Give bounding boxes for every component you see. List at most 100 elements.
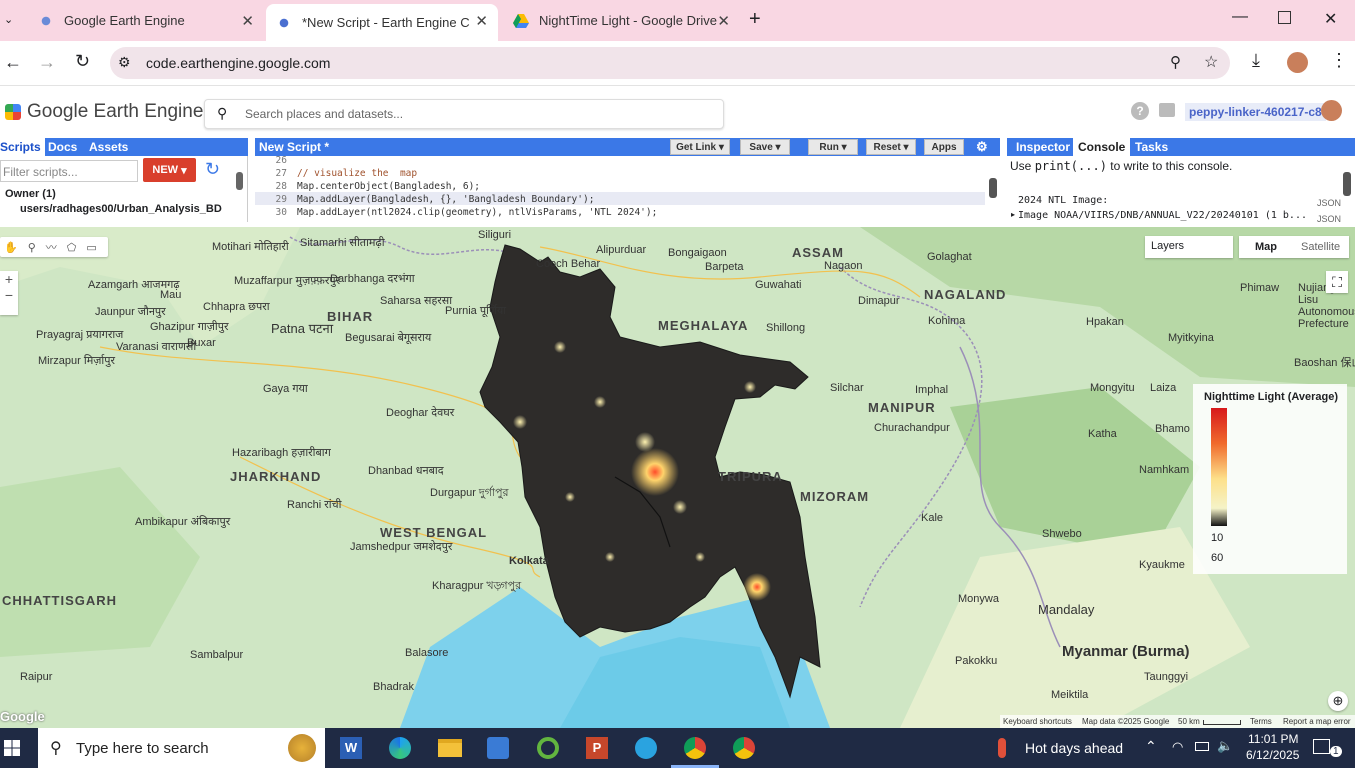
code-editor[interactable]: 26 27 // visualize the map 28 Map.center…: [255, 155, 1000, 222]
json-link[interactable]: JSON: [1317, 214, 1341, 224]
tab-inspector[interactable]: Inspector: [1016, 140, 1070, 154]
expand-arrow-icon[interactable]: ▸: [1011, 210, 1015, 219]
tab-google-drive[interactable]: NightTime Light - Google Drive ✕: [505, 0, 740, 41]
close-tab-icon[interactable]: ✕: [475, 12, 488, 30]
line-number: 29: [275, 194, 287, 205]
forward-icon[interactable]: →: [38, 52, 56, 73]
map-canvas[interactable]: Azamgarh आजमगढ़ Mau Ghazipur गाज़ीपुर Ja…: [0, 227, 1355, 728]
download-icon[interactable]: ⤓: [1252, 50, 1260, 71]
windows-start-icon[interactable]: [4, 740, 20, 756]
site-info-icon[interactable]: ⚙: [118, 54, 131, 71]
close-tab-icon[interactable]: ✕: [241, 12, 254, 30]
chrome-icon[interactable]: [733, 737, 755, 759]
editor-scrollbar[interactable]: [989, 178, 997, 198]
report-error-link[interactable]: Report a map error: [1283, 717, 1351, 726]
weather-text[interactable]: Hot days ahead: [1025, 740, 1123, 756]
word-icon[interactable]: W: [340, 737, 362, 759]
profile-avatar[interactable]: [1287, 52, 1308, 73]
new-script-button[interactable]: NEW ▾: [143, 158, 196, 182]
omnibox[interactable]: ⚙ code.earthengine.google.com ⚲ ☆: [110, 47, 1230, 79]
volume-icon[interactable]: 🔈: [1217, 738, 1233, 754]
settings-gear-icon[interactable]: ⚙: [976, 139, 988, 155]
qgis-icon[interactable]: [537, 737, 559, 759]
new-tab-icon[interactable]: +: [749, 8, 761, 31]
zoom-in-icon[interactable]: +: [0, 271, 18, 287]
polygon-icon[interactable]: ⬠: [67, 241, 77, 254]
tab-new-script[interactable]: *New Script - Earth Engine Cod ✕: [266, 4, 498, 41]
refresh-icon[interactable]: ↻: [205, 159, 220, 180]
minimize-icon[interactable]: —: [1232, 8, 1248, 26]
bookmark-star-icon[interactable]: ☆: [1204, 52, 1218, 72]
terms-link[interactable]: Terms: [1250, 717, 1272, 726]
close-tab-icon[interactable]: ✕: [717, 12, 730, 30]
console-entry-value[interactable]: Image NOAA/VIIRS/DNB/ANNUAL_V22/20240101…: [1018, 210, 1308, 221]
map-label: Myanmar (Burma): [1062, 643, 1190, 660]
map-label: Katha: [1088, 428, 1117, 440]
tab-scripts[interactable]: Scripts: [0, 138, 45, 156]
map-type-map[interactable]: Map: [1255, 241, 1277, 253]
get-link-button[interactable]: Get Link ▾: [670, 139, 730, 155]
owner-label[interactable]: Owner (1): [5, 188, 56, 200]
battery-icon[interactable]: [1195, 742, 1209, 751]
close-window-icon[interactable]: ✕: [1324, 9, 1337, 29]
wifi-icon[interactable]: ◠: [1172, 739, 1183, 755]
search-app-icon[interactable]: [487, 737, 509, 759]
maximize-icon[interactable]: [1278, 11, 1291, 24]
project-name[interactable]: peppy-linker-460217-c8: [1185, 103, 1326, 121]
reload-icon[interactable]: ↻: [75, 51, 90, 72]
apps-button[interactable]: Apps: [924, 139, 964, 155]
feedback-icon[interactable]: [1159, 103, 1175, 117]
zoom-icon[interactable]: ⚲: [1170, 53, 1181, 71]
clock-time[interactable]: 11:01 PM: [1248, 732, 1298, 746]
hand-icon[interactable]: ✋: [4, 241, 18, 254]
browser-menu-icon[interactable]: ⋮: [1330, 50, 1348, 71]
legend-panel: Nighttime Light (Average) 10 60: [1193, 384, 1347, 574]
powerpoint-icon[interactable]: P: [586, 737, 608, 759]
tab-docs[interactable]: Docs: [48, 140, 77, 154]
search-input[interactable]: Search places and datasets...: [245, 107, 403, 121]
edge-icon[interactable]: [389, 737, 411, 759]
notification-icon[interactable]: [1313, 739, 1330, 754]
map-label: Motihari मोतिहारी: [212, 241, 289, 253]
map-label: Begusarai बेगूसराय: [345, 332, 432, 344]
tab-console[interactable]: Console: [1073, 138, 1131, 156]
map-label: Balasore: [405, 647, 449, 659]
marker-icon[interactable]: ⚲: [28, 241, 36, 254]
map-label: Sitamarhi सीतामढ़ी: [300, 237, 385, 249]
tab-assets[interactable]: Assets: [89, 140, 128, 154]
back-icon[interactable]: ←: [4, 52, 22, 73]
map-type-satellite[interactable]: Satellite: [1301, 241, 1340, 253]
telegram-icon[interactable]: [635, 737, 657, 759]
keyboard-shortcuts-link[interactable]: Keyboard shortcuts: [1003, 717, 1072, 726]
map-label: Golaghat: [927, 251, 972, 263]
rectangle-icon[interactable]: ▭: [86, 241, 96, 254]
apps-label: Apps: [931, 141, 957, 153]
address-bar: ← → ↻ ⚙ code.earthengine.google.com ⚲ ☆ …: [0, 41, 1355, 86]
tab-tasks[interactable]: Tasks: [1135, 140, 1168, 154]
fullscreen-icon[interactable]: ⛶: [1326, 271, 1348, 293]
layers-button[interactable]: Layers: [1145, 236, 1233, 258]
filter-scripts-input[interactable]: Filter scripts...: [0, 160, 138, 182]
weather-thermometer-icon[interactable]: [998, 738, 1006, 758]
help-icon[interactable]: ?: [1131, 102, 1149, 120]
clock-date[interactable]: 6/12/2025: [1246, 748, 1299, 762]
recenter-icon[interactable]: ⊕: [1328, 691, 1348, 711]
tab-google-earth-engine[interactable]: Google Earth Engine ✕: [28, 0, 264, 41]
file-explorer-icon[interactable]: [438, 739, 462, 757]
json-link[interactable]: JSON: [1317, 198, 1341, 208]
repo-label[interactable]: users/radhages00/Urban_Analysis_BD: [20, 203, 222, 215]
reset-button[interactable]: Reset ▾: [866, 139, 916, 155]
user-avatar[interactable]: [1321, 100, 1342, 121]
save-button[interactable]: Save ▾: [740, 139, 790, 155]
zoom-out-icon[interactable]: −: [0, 287, 18, 303]
tray-chevron-icon[interactable]: ⌃: [1145, 738, 1157, 755]
scrollbar[interactable]: [236, 172, 243, 190]
line-icon[interactable]: 〰: [46, 239, 57, 255]
map-label: Mirzapur मिर्ज़ापुर: [38, 355, 116, 367]
tab-search-icon[interactable]: ⌄: [4, 13, 13, 26]
run-button[interactable]: Run ▾: [808, 139, 858, 155]
console-scrollbar[interactable]: [1343, 172, 1351, 196]
taskbar-search[interactable]: ⚲ Type here to search: [38, 728, 325, 768]
search-box[interactable]: ⚲ Search places and datasets...: [204, 99, 724, 129]
chrome-icon[interactable]: [684, 737, 706, 759]
